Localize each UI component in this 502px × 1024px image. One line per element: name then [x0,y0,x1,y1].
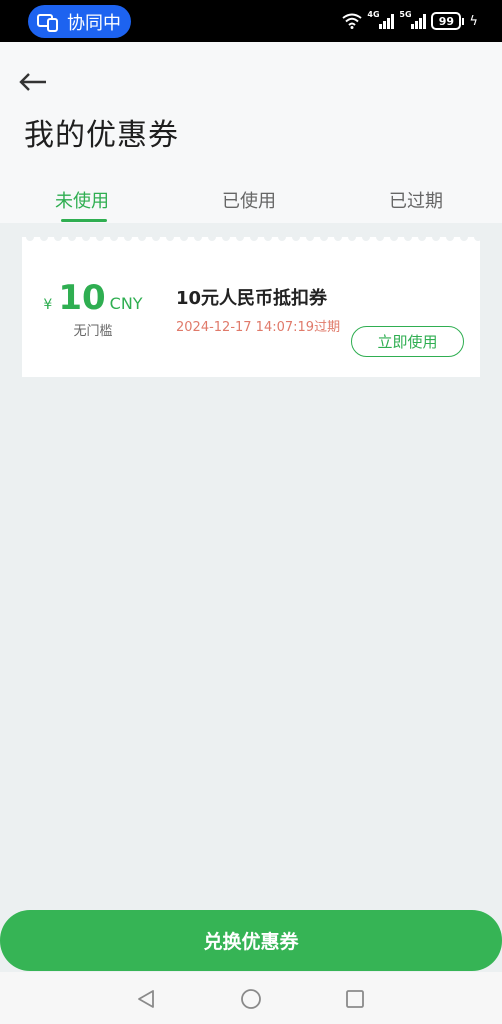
battery-level: 99 [438,14,455,28]
battery-icon: 99 [431,12,462,30]
signal-icon-1: 4G [367,10,395,29]
coupon-amount: 10 [58,278,106,318]
tab-unused[interactable]: 未使用 [55,187,109,213]
tab-used[interactable]: 已使用 [222,187,276,213]
status-icons: 4G 5G 99 ϟ [342,10,478,31]
wifi-icon [342,13,363,29]
currency-unit: CNY [109,294,143,313]
status-bar: 协同中 4G 5G 99 ϟ [0,0,502,42]
use-now-button[interactable]: 立即使用 [351,326,464,357]
battery-tip [462,17,465,25]
coupon-value: ¥ 10 CNY 无门槛 [38,278,148,339]
page-header: 我的优惠券 未使用 已使用 已过期 [0,42,502,223]
nav-home-icon[interactable] [240,988,262,1010]
coupon-card: ¥ 10 CNY 无门槛 10元人民币抵扣券 2024-12-17 14:07:… [22,237,480,377]
page-title: 我的优惠券 [24,118,179,153]
coupon-edge [22,237,480,245]
coupon-threshold: 无门槛 [73,324,113,339]
network-type-label: 4G [367,10,380,19]
currency-symbol: ¥ [43,297,53,313]
network-type-label: 5G [399,10,412,19]
nav-back-icon[interactable] [135,988,157,1010]
multi-device-icon [37,13,58,32]
collab-indicator[interactable]: 协同中 [28,5,131,38]
coupon-name: 10元人民币抵扣券 [176,288,328,309]
collab-label: 协同中 [67,12,121,34]
charging-icon: ϟ [469,13,478,29]
system-nav-bar [0,972,502,1024]
coupon-tabs: 未使用 已使用 已过期 [0,182,502,223]
redeem-coupon-button[interactable]: 兑换优惠券 [0,910,502,971]
back-arrow-icon[interactable] [18,70,48,94]
signal-icon-2: 5G [399,10,427,29]
active-tab-indicator [61,219,107,222]
tab-expired[interactable]: 已过期 [389,187,443,213]
coupon-expiry: 2024-12-17 14:07:19过期 [176,320,341,335]
nav-recents-icon[interactable] [344,988,366,1010]
